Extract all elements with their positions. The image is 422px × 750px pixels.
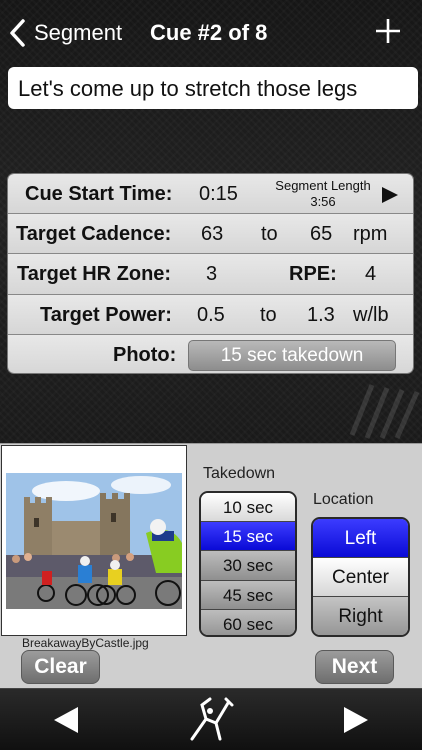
back-button-label: Segment bbox=[34, 20, 123, 45]
location-option-selected[interactable]: Left bbox=[313, 519, 408, 558]
cadence-row[interactable]: Target Cadence: 63 to 65 rpm bbox=[8, 214, 413, 255]
location-option[interactable]: Right bbox=[313, 597, 408, 635]
takedown-label: Takedown bbox=[203, 465, 276, 482]
bottom-toolbar bbox=[0, 688, 422, 750]
takedown-option[interactable]: 60 sec bbox=[201, 609, 295, 635]
cadence-to[interactable]: 65 bbox=[310, 214, 332, 254]
parameters-table: Cue Start Time: 0:15 Segment Length 3:56… bbox=[7, 173, 414, 374]
navigation-bar: Segment Cue #2 of 8 bbox=[0, 0, 422, 64]
takedown-option[interactable]: 30 sec bbox=[201, 551, 295, 581]
cue-text-field[interactable]: Let's come up to stretch those legs bbox=[8, 67, 418, 109]
power-to[interactable]: 1.3 bbox=[307, 295, 335, 335]
play-icon[interactable] bbox=[380, 186, 400, 204]
next-button[interactable]: Next bbox=[315, 650, 394, 684]
power-row[interactable]: Target Power: 0.5 to 1.3 w/lb bbox=[8, 294, 413, 335]
cadence-from[interactable]: 63 bbox=[201, 214, 223, 254]
plus-icon[interactable] bbox=[374, 17, 402, 45]
segment-length: Segment Length 3:56 bbox=[264, 178, 382, 210]
segment-length-value: 3:56 bbox=[310, 194, 336, 209]
location-option[interactable]: Center bbox=[313, 558, 408, 597]
photo-row: Photo: 15 sec takedown bbox=[8, 334, 413, 373]
power-unit: w/lb bbox=[353, 303, 389, 326]
cue-start-value[interactable]: 0:15 bbox=[199, 174, 238, 214]
next-icon[interactable] bbox=[342, 706, 370, 734]
photo-preview[interactable] bbox=[1, 445, 187, 636]
cadence-label: Target Cadence: bbox=[16, 223, 172, 246]
takedown-option-selected[interactable]: 15 sec bbox=[201, 522, 295, 552]
tread-decoration bbox=[349, 384, 420, 439]
takedown-selector: 10 sec 15 sec 30 sec 45 sec 60 sec bbox=[199, 491, 297, 637]
chevron-left-icon bbox=[10, 19, 25, 47]
power-from[interactable]: 0.5 bbox=[197, 295, 225, 335]
hr-zone-row[interactable]: Target HR Zone: 3 RPE: 4 bbox=[8, 254, 413, 295]
cadence-to-word: to bbox=[261, 223, 278, 246]
segment-length-label: Segment Length bbox=[275, 178, 371, 193]
location-selector: Left Center Right bbox=[311, 517, 410, 637]
cue-start-row[interactable]: Cue Start Time: 0:15 Segment Length 3:56 bbox=[8, 174, 413, 215]
power-label: Target Power: bbox=[40, 303, 172, 326]
power-to-word: to bbox=[260, 303, 277, 326]
clear-button[interactable]: Clear bbox=[21, 650, 100, 684]
rpe-label: RPE: bbox=[289, 263, 337, 286]
photo-label: Photo: bbox=[113, 343, 177, 366]
cue-start-label: Cue Start Time: bbox=[25, 183, 173, 205]
page-title: Cue #2 of 8 bbox=[150, 20, 268, 45]
location-label: Location bbox=[313, 491, 374, 508]
hr-zone-label: Target HR Zone: bbox=[17, 263, 172, 286]
rider-logo-icon[interactable] bbox=[186, 695, 236, 745]
photo-image bbox=[6, 473, 182, 609]
photo-select-button[interactable]: 15 sec takedown bbox=[188, 339, 396, 371]
hr-zone-value[interactable]: 3 bbox=[206, 254, 217, 294]
photo-filename: BreakawayByCastle.jpg bbox=[22, 636, 149, 650]
cadence-unit: rpm bbox=[353, 223, 388, 246]
takedown-option[interactable]: 45 sec bbox=[201, 580, 295, 610]
takedown-option[interactable]: 10 sec bbox=[201, 493, 295, 523]
previous-icon[interactable] bbox=[52, 706, 80, 734]
photo-settings-panel: BreakawayByCastle.jpg Clear Next Takedow… bbox=[0, 443, 422, 688]
back-button[interactable]: Segment bbox=[8, 16, 122, 50]
rpe-value[interactable]: 4 bbox=[365, 254, 376, 294]
